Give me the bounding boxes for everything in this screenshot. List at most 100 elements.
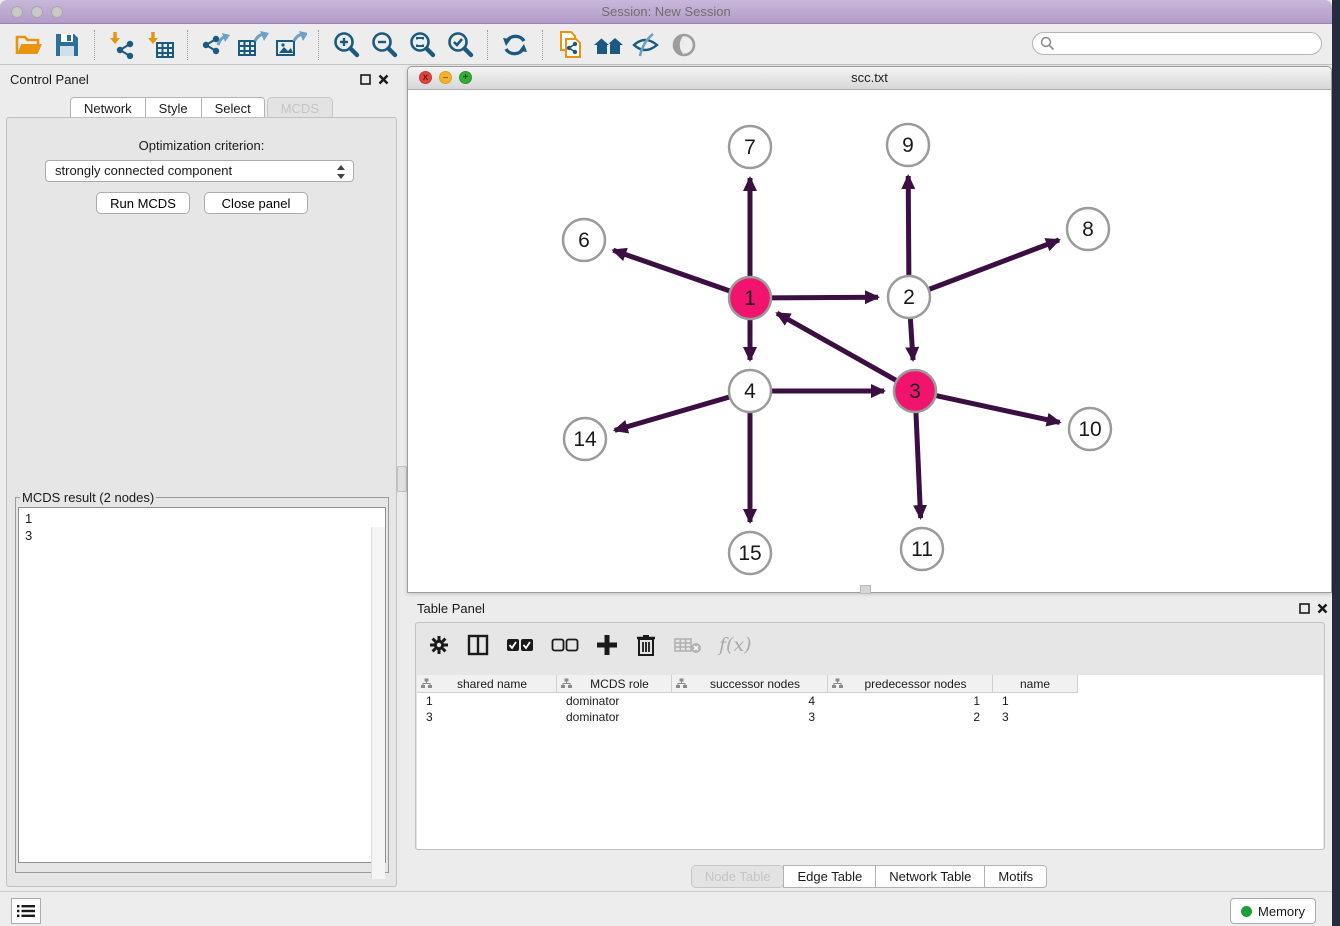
close-table-panel-icon[interactable]	[1316, 602, 1329, 615]
control-panel-title: Control Panel	[10, 72, 89, 87]
memory-label: Memory	[1258, 904, 1305, 919]
table-row[interactable]: 1 dominator 4 1 1	[417, 693, 1323, 709]
graph-edge-2-8[interactable]	[927, 240, 1059, 290]
minimize-view-button[interactable]: –	[439, 71, 452, 84]
toolbar-separator	[487, 30, 488, 60]
toolbar-separator	[542, 30, 543, 60]
graph-edge-1-6[interactable]	[613, 250, 732, 292]
zoom-fit-icon[interactable]	[403, 29, 441, 61]
inactive-eye-icon[interactable]	[665, 29, 703, 61]
zoom-selected-icon[interactable]	[441, 29, 479, 61]
mcds-panel-body: Optimization criterion: strongly connect…	[6, 117, 397, 887]
export-image-icon[interactable]	[272, 29, 310, 61]
graph-edge-2-3[interactable]	[910, 316, 913, 360]
panel-splitter[interactable]	[397, 466, 407, 492]
graph-node-label: 11	[911, 538, 933, 561]
graph-edge-3-11[interactable]	[916, 410, 921, 518]
add-row-icon[interactable]	[596, 633, 618, 657]
unselect-all-icon[interactable]	[551, 633, 579, 657]
function-builder-icon: f(x)	[719, 633, 752, 657]
columns-icon[interactable]	[467, 633, 489, 657]
cell-predecessor-nodes[interactable]: 1	[828, 693, 993, 709]
chevron-updown-icon	[336, 164, 346, 180]
column-header-shared-name[interactable]: shared name	[417, 675, 557, 693]
graph-node-label: 8	[1082, 218, 1094, 241]
view-resize-grip[interactable]	[860, 585, 871, 594]
cell-predecessor-nodes[interactable]: 2	[828, 709, 993, 725]
export-table-icon[interactable]	[234, 29, 272, 61]
control-panel: Control Panel Network Style Select MCDS …	[0, 66, 404, 890]
table-settings-icon[interactable]	[428, 633, 450, 657]
cell-successor-nodes[interactable]: 3	[672, 709, 828, 725]
run-mcds-button[interactable]: Run MCDS	[96, 192, 190, 214]
cell-name[interactable]: 3	[993, 709, 1078, 725]
zoom-out-icon[interactable]	[365, 29, 403, 61]
delete-row-icon[interactable]	[635, 633, 657, 657]
cell-mcds-role[interactable]: dominator	[557, 709, 672, 725]
node-table-header: shared name MCDS role successor nodes pr…	[417, 675, 1323, 693]
zoom-window-button[interactable]	[51, 6, 63, 18]
graph-edge-1-2[interactable]	[769, 297, 878, 298]
column-header-name[interactable]: name	[993, 675, 1078, 693]
tab-edge-table[interactable]: Edge Table	[783, 865, 876, 888]
close-panel-icon[interactable]	[377, 73, 390, 86]
cell-shared-name[interactable]: 3	[417, 709, 557, 725]
refresh-icon[interactable]	[496, 29, 534, 61]
float-table-panel-icon[interactable]	[1298, 602, 1311, 615]
tab-motifs[interactable]: Motifs	[984, 865, 1047, 888]
result-scrollbar[interactable]	[371, 527, 385, 879]
node-table: shared name MCDS role successor nodes pr…	[417, 675, 1323, 849]
export-network-icon[interactable]	[196, 29, 234, 61]
mcds-result-title: MCDS result (2 nodes)	[20, 490, 156, 505]
table-row[interactable]: 3 dominator 3 2 3	[417, 709, 1323, 725]
graph-node-label: 3	[909, 380, 921, 403]
graph-edge-2-9[interactable]	[908, 176, 909, 278]
graph-node-label: 1	[744, 287, 756, 310]
memory-button[interactable]: Memory	[1230, 898, 1316, 924]
graph-edge-4-14[interactable]	[615, 396, 732, 430]
graph-node-label: 15	[738, 542, 761, 565]
import-table-icon[interactable]	[141, 29, 179, 61]
hierarchy-icon	[676, 678, 687, 689]
status-bar: Memory	[0, 891, 1332, 926]
show-hide-icon[interactable]	[627, 29, 665, 61]
list-icon	[17, 904, 35, 918]
open-session-icon[interactable]	[10, 29, 48, 61]
close-view-button[interactable]: x	[419, 71, 432, 84]
cell-name[interactable]: 1	[993, 693, 1078, 709]
mcds-result-group: MCDS result (2 nodes) 1 3	[15, 490, 389, 873]
criterion-select[interactable]: strongly connected component	[45, 160, 354, 182]
graph-node-label: 6	[578, 229, 590, 252]
minimize-window-button[interactable]	[31, 6, 43, 18]
tab-node-table[interactable]: Node Table	[691, 865, 785, 888]
column-header-predecessor-nodes[interactable]: predecessor nodes	[828, 675, 993, 693]
cell-successor-nodes[interactable]: 4	[672, 693, 828, 709]
save-session-icon[interactable]	[48, 29, 86, 61]
close-window-button[interactable]	[11, 6, 23, 18]
toolbar-search	[1032, 32, 1322, 55]
cell-shared-name[interactable]: 1	[417, 693, 557, 709]
task-history-button[interactable]	[11, 898, 41, 924]
column-header-successor-nodes[interactable]: successor nodes	[672, 675, 828, 693]
import-network-icon[interactable]	[103, 29, 141, 61]
float-panel-icon[interactable]	[359, 73, 372, 86]
clone-network-icon[interactable]	[551, 29, 589, 61]
mcds-result-text[interactable]: 1 3	[18, 507, 386, 863]
graph-edge-3-1[interactable]	[777, 313, 898, 381]
close-panel-button[interactable]: Close panel	[204, 192, 308, 214]
maximize-view-button[interactable]: +	[459, 71, 472, 84]
column-header-mcds-role[interactable]: MCDS role	[557, 675, 672, 693]
cell-mcds-role[interactable]: dominator	[557, 693, 672, 709]
select-all-icon[interactable]	[506, 633, 534, 657]
desktop-edge	[1332, 0, 1340, 926]
home-view-icon[interactable]	[589, 29, 627, 61]
zoom-in-icon[interactable]	[327, 29, 365, 61]
search-icon	[1040, 36, 1055, 51]
hierarchy-icon	[421, 678, 432, 689]
network-graph-canvas[interactable]: 7968124314101511	[408, 90, 1331, 593]
toolbar-separator	[187, 30, 188, 60]
delete-table-icon	[674, 633, 702, 657]
search-input[interactable]	[1032, 32, 1322, 55]
graph-edge-3-10[interactable]	[934, 395, 1060, 422]
tab-network-table[interactable]: Network Table	[875, 865, 985, 888]
